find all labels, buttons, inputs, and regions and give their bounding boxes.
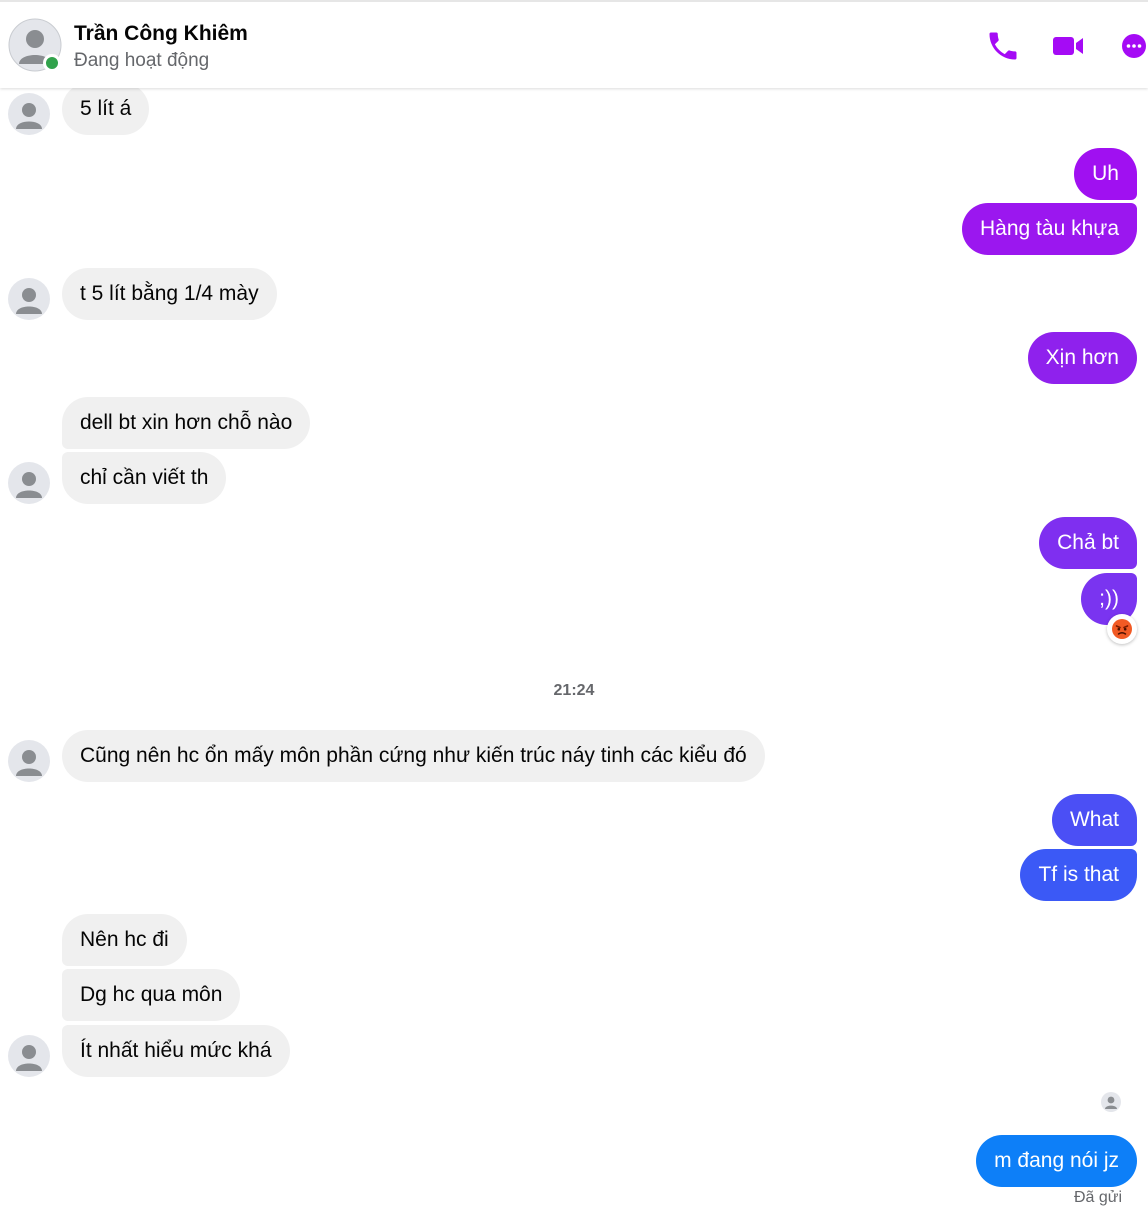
contact-avatar-small[interactable] [8, 93, 50, 135]
incoming-message[interactable]: 5 lít á [62, 83, 150, 135]
seen-by-avatar [1101, 1092, 1121, 1112]
contact-avatar-small[interactable] [8, 1035, 50, 1077]
incoming-message[interactable]: Nên hc đi [62, 914, 187, 966]
incoming-message[interactable]: chỉ cần viết th [62, 452, 227, 504]
incoming-message[interactable]: Dg hc qua môn [62, 969, 241, 1021]
contact-avatar-small[interactable] [8, 740, 50, 782]
outgoing-message[interactable]: Chả bt [1039, 517, 1137, 569]
video-call-button[interactable] [1050, 28, 1086, 64]
contact-avatar-small[interactable] [8, 462, 50, 504]
voice-call-button[interactable] [985, 28, 1021, 64]
angry-face-icon [1112, 619, 1132, 639]
online-status-dot [43, 54, 61, 72]
incoming-message[interactable]: Ít nhất hiểu mức khá [62, 1025, 290, 1077]
outgoing-message[interactable]: m đang nói jz [976, 1135, 1137, 1187]
more-options-button[interactable] [1116, 28, 1148, 64]
contact-avatar-small[interactable] [8, 278, 50, 320]
incoming-message[interactable]: Cũng nên hc ổn mấy môn phần cứng như kiế… [62, 730, 765, 782]
contact-status: Đang hoạt động [74, 50, 210, 71]
outgoing-message[interactable]: Xịn hơn [1027, 332, 1137, 384]
sent-status: Đã gửi [1073, 1189, 1122, 1206]
outgoing-message[interactable]: What [1051, 794, 1137, 846]
contact-name[interactable]: Trần Công Khiêm [74, 22, 248, 46]
incoming-message[interactable]: dell bt xin hơn chỗ nào [62, 397, 311, 449]
outgoing-message[interactable]: Hàng tàu khựa [962, 203, 1137, 255]
outgoing-message[interactable]: Uh [1074, 148, 1137, 200]
more-options-icon [1122, 34, 1146, 58]
phone-icon [989, 32, 1017, 60]
outgoing-message[interactable]: Tf is that [1020, 849, 1137, 901]
message-reaction[interactable] [1107, 614, 1137, 644]
message-timestamp: 21:24 [553, 682, 595, 699]
video-camera-icon [1053, 37, 1083, 55]
incoming-message[interactable]: t 5 lít bằng 1/4 mày [62, 268, 277, 320]
chat-header: Trần Công Khiêm Đang hoạt động [0, 0, 1148, 88]
